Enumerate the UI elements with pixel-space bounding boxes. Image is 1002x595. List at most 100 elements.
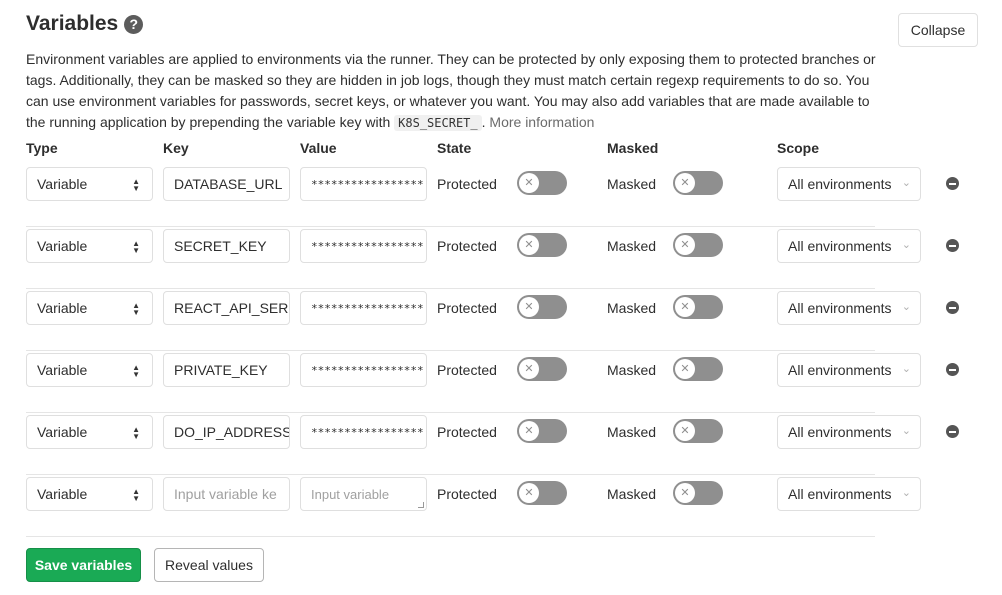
variable-row: Variable ▲ ▼ DO_IP_ADDRESS ***************… <box>26 413 959 475</box>
masked-label: Masked <box>607 486 657 502</box>
value-input[interactable]: ***************** <box>300 229 427 263</box>
value-input[interactable]: ***************** <box>300 167 427 201</box>
close-icon: ✕ <box>519 235 539 255</box>
scope-select[interactable]: All environments ⌄ <box>777 291 921 325</box>
value-input[interactable]: ***************** <box>300 353 427 387</box>
close-icon: ✕ <box>519 359 539 379</box>
collapse-button[interactable]: Collapse <box>898 13 978 47</box>
resize-handle-icon[interactable] <box>418 502 424 508</box>
col-header-scope: Scope <box>777 140 820 156</box>
close-icon: ✕ <box>675 173 695 193</box>
protected-label: Protected <box>437 424 497 440</box>
protected-toggle[interactable]: ✕ <box>517 233 567 257</box>
scope-select[interactable]: All environments ⌄ <box>777 167 921 201</box>
protected-label: Protected <box>437 362 497 378</box>
protected-toggle[interactable]: ✕ <box>517 295 567 319</box>
close-icon: ✕ <box>675 421 695 441</box>
more-information-link[interactable]: More information <box>489 114 594 130</box>
protected-label: Protected <box>437 238 497 254</box>
type-select[interactable]: Variable ▲ ▼ <box>26 477 153 511</box>
value-input[interactable]: Input variable <box>300 477 427 511</box>
type-select[interactable]: Variable ▲ ▼ <box>26 229 153 263</box>
sort-arrows-icon: ▲ ▼ <box>132 487 140 503</box>
key-placeholder: Input variable ke <box>174 486 277 502</box>
chevron-down-icon: ⌄ <box>901 363 911 375</box>
close-icon: ✕ <box>675 235 695 255</box>
col-header-masked: Masked <box>607 140 659 156</box>
scope-select[interactable]: All environments ⌄ <box>777 415 921 449</box>
variable-row: Variable ▲ ▼ DATABASE_URL ****************… <box>26 165 959 227</box>
chevron-down-icon: ⌄ <box>901 239 911 251</box>
new-variable-row: Variable ▲ ▼ Input variable ke Input varia… <box>26 475 921 537</box>
protected-toggle[interactable]: ✕ <box>517 171 567 195</box>
key-input[interactable]: SECRET_KEY <box>163 229 290 263</box>
masked-toggle[interactable]: ✕ <box>673 481 723 505</box>
sort-arrows-icon: ▲ ▼ <box>132 301 140 317</box>
value-input[interactable]: ***************** <box>300 415 427 449</box>
scope-select[interactable]: All environments ⌄ <box>777 229 921 263</box>
remove-row-icon[interactable] <box>946 425 959 438</box>
close-icon: ✕ <box>675 359 695 379</box>
value-input[interactable]: ***************** <box>300 291 427 325</box>
masked-label: Masked <box>607 300 657 316</box>
chevron-down-icon: ⌄ <box>901 177 911 189</box>
masked-label: Masked <box>607 362 657 378</box>
variable-row: Variable ▲ ▼ REACT_API_SER' **************… <box>26 289 959 351</box>
scope-select[interactable]: All environments ⌄ <box>777 477 921 511</box>
variable-row: Variable ▲ ▼ SECRET_KEY ***************** … <box>26 227 959 289</box>
scope-select[interactable]: All environments ⌄ <box>777 353 921 387</box>
question-circle-icon[interactable]: ? <box>124 14 144 34</box>
protected-toggle[interactable]: ✕ <box>517 357 567 381</box>
masked-toggle[interactable]: ✕ <box>673 171 723 195</box>
protected-label: Protected <box>437 300 497 316</box>
key-input[interactable]: REACT_API_SER' <box>163 291 290 325</box>
remove-row-icon[interactable] <box>946 239 959 252</box>
col-header-value: Value <box>300 140 337 156</box>
chevron-down-icon: ⌄ <box>901 487 911 499</box>
type-select[interactable]: Variable ▲ ▼ <box>26 353 153 387</box>
remove-row-icon[interactable] <box>946 177 959 190</box>
close-icon: ✕ <box>519 297 539 317</box>
section-title-text: Variables <box>26 12 119 35</box>
masked-label: Masked <box>607 176 657 192</box>
type-select[interactable]: Variable ▲ ▼ <box>26 415 153 449</box>
masked-toggle[interactable]: ✕ <box>673 233 723 257</box>
close-icon: ✕ <box>675 297 695 317</box>
col-header-type: Type <box>26 140 58 156</box>
key-input[interactable]: DO_IP_ADDRESS <box>163 415 290 449</box>
col-header-state: State <box>437 140 472 156</box>
protected-toggle[interactable]: ✕ <box>517 481 567 505</box>
variable-row: Variable ▲ ▼ PRIVATE_KEY *****************… <box>26 351 959 413</box>
protected-label: Protected <box>437 176 497 192</box>
col-header-key: Key <box>163 140 189 156</box>
reveal-values-button[interactable]: Reveal values <box>154 548 264 582</box>
chevron-down-icon: ⌄ <box>901 301 911 313</box>
sort-arrows-icon: ▲ ▼ <box>132 363 140 379</box>
save-variables-button[interactable]: Save variables <box>26 548 141 582</box>
close-icon: ✕ <box>519 483 539 503</box>
protected-label: Protected <box>437 486 497 502</box>
chevron-down-icon: ⌄ <box>901 425 911 437</box>
key-input[interactable]: DATABASE_URL <box>163 167 290 201</box>
masked-label: Masked <box>607 424 657 440</box>
masked-toggle[interactable]: ✕ <box>673 419 723 443</box>
protected-toggle[interactable]: ✕ <box>517 419 567 443</box>
key-input[interactable]: Input variable ke <box>163 477 290 511</box>
type-select[interactable]: Variable ▲ ▼ <box>26 167 153 201</box>
section-title: Variables ? <box>26 12 144 36</box>
value-placeholder: Input variable <box>311 486 390 502</box>
remove-row-icon[interactable] <box>946 363 959 376</box>
key-input[interactable]: PRIVATE_KEY <box>163 353 290 387</box>
sort-arrows-icon: ▲ ▼ <box>132 239 140 255</box>
close-icon: ✕ <box>519 173 539 193</box>
sort-arrows-icon: ▲ ▼ <box>132 177 140 193</box>
sort-arrows-icon: ▲ ▼ <box>132 425 140 441</box>
masked-toggle[interactable]: ✕ <box>673 295 723 319</box>
close-icon: ✕ <box>675 483 695 503</box>
type-select[interactable]: Variable ▲ ▼ <box>26 291 153 325</box>
variables-description: Environment variables are applied to env… <box>26 51 876 131</box>
masked-toggle[interactable]: ✕ <box>673 357 723 381</box>
k8s-secret-code: K8S_SECRET_ <box>394 115 482 131</box>
masked-label: Masked <box>607 238 657 254</box>
remove-row-icon[interactable] <box>946 301 959 314</box>
